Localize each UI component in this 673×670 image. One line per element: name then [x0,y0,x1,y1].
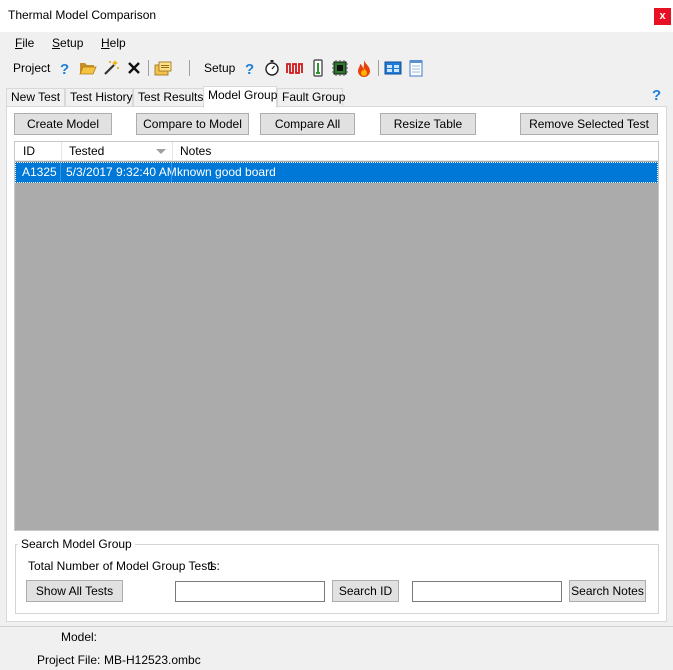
create-model-button[interactable]: Create Model [14,113,112,135]
cell-notes: known good board [177,165,276,179]
remove-selected-test-button[interactable]: Remove Selected Test [520,113,658,135]
search-notes-button[interactable]: Search Notes [569,580,646,602]
circuit-board-icon[interactable] [331,59,349,77]
menu-help-label: elp [109,36,126,50]
cell-id: A1325 [22,165,57,179]
toolbar-setup-label: Setup [204,61,236,75]
show-all-tests-button[interactable]: Show All Tests [26,580,123,602]
toolbar-separator [148,60,149,76]
menu-setup-accel: S [52,36,61,50]
search-id-button[interactable]: Search ID [332,580,399,602]
tab-fault-group[interactable]: Fault Group [277,88,345,107]
status-divider [0,626,673,627]
compare-all-button[interactable]: Compare All [260,113,355,135]
help-icon[interactable]: ? [650,86,664,104]
compare-to-model-button[interactable]: Compare to Model [136,113,249,135]
menu-setup[interactable]: Setup [52,36,83,50]
tab-test-results[interactable]: Test Results [133,88,205,107]
menu-setup-label: etup [60,36,84,50]
cell-tested: 5/3/2017 9:32:40 AM [66,165,177,179]
search-id-input[interactable] [175,581,325,602]
column-header-notes[interactable]: Notes [172,142,472,161]
toolbar-separator [378,60,379,76]
total-tests-value: 1 [208,559,215,573]
model-group-table[interactable]: ID Tested Notes A1325 5/3/2017 9:32:40 A… [14,141,659,531]
project-file-label: Project File: [37,653,101,667]
menu-help[interactable]: Help [101,36,126,50]
tab-new-test[interactable]: New Test [6,88,65,107]
search-notes-input[interactable] [412,581,562,602]
magic-wand-icon[interactable] [102,59,120,77]
svg-text:?: ? [60,61,69,76]
search-group-title: Search Model Group [18,537,135,551]
waveform-icon[interactable] [286,59,304,77]
tab-test-history[interactable]: Test History [65,88,133,107]
thermometer-icon[interactable] [309,59,327,77]
total-tests-label: Total Number of Model Group Tests: [28,559,220,573]
grid-window-icon[interactable] [384,59,402,77]
tab-model-group[interactable]: Model Group [203,86,277,108]
notepad-icon[interactable] [407,59,425,77]
svg-text:?: ? [245,61,254,76]
menu-bar: File Setup Help [0,33,673,53]
menu-file[interactable]: File [15,36,34,50]
resize-table-button[interactable]: Resize Table [380,113,476,135]
project-file-value: MB-H12523.ombc [104,653,201,667]
table-row[interactable]: A1325 5/3/2017 9:32:40 AM known good boa… [15,162,658,183]
svg-text:?: ? [652,87,661,102]
search-model-group-box [15,544,659,614]
open-folder-icon[interactable] [79,59,97,77]
menu-help-accel: H [101,36,110,50]
column-header-id[interactable]: ID [15,142,61,161]
help-icon[interactable]: ? [241,59,259,77]
flame-icon[interactable] [355,59,373,77]
help-icon[interactable]: ? [56,59,74,77]
delete-x-icon[interactable] [125,59,143,77]
title-bar: Thermal Model Comparison x [0,0,673,32]
window-title: Thermal Model Comparison [8,8,157,22]
toolbar-project-label: Project [13,61,51,75]
toolbar-separator [189,60,190,76]
sort-descending-icon [156,149,166,154]
table-header: ID Tested Notes [15,142,658,161]
project-files-icon[interactable] [154,59,172,77]
close-button[interactable]: x [654,8,671,25]
toolbar: Project ? Setup ? [0,56,673,80]
model-label: Model: [61,630,98,644]
menu-file-label: ile [22,36,35,50]
stopwatch-icon[interactable] [263,59,281,77]
